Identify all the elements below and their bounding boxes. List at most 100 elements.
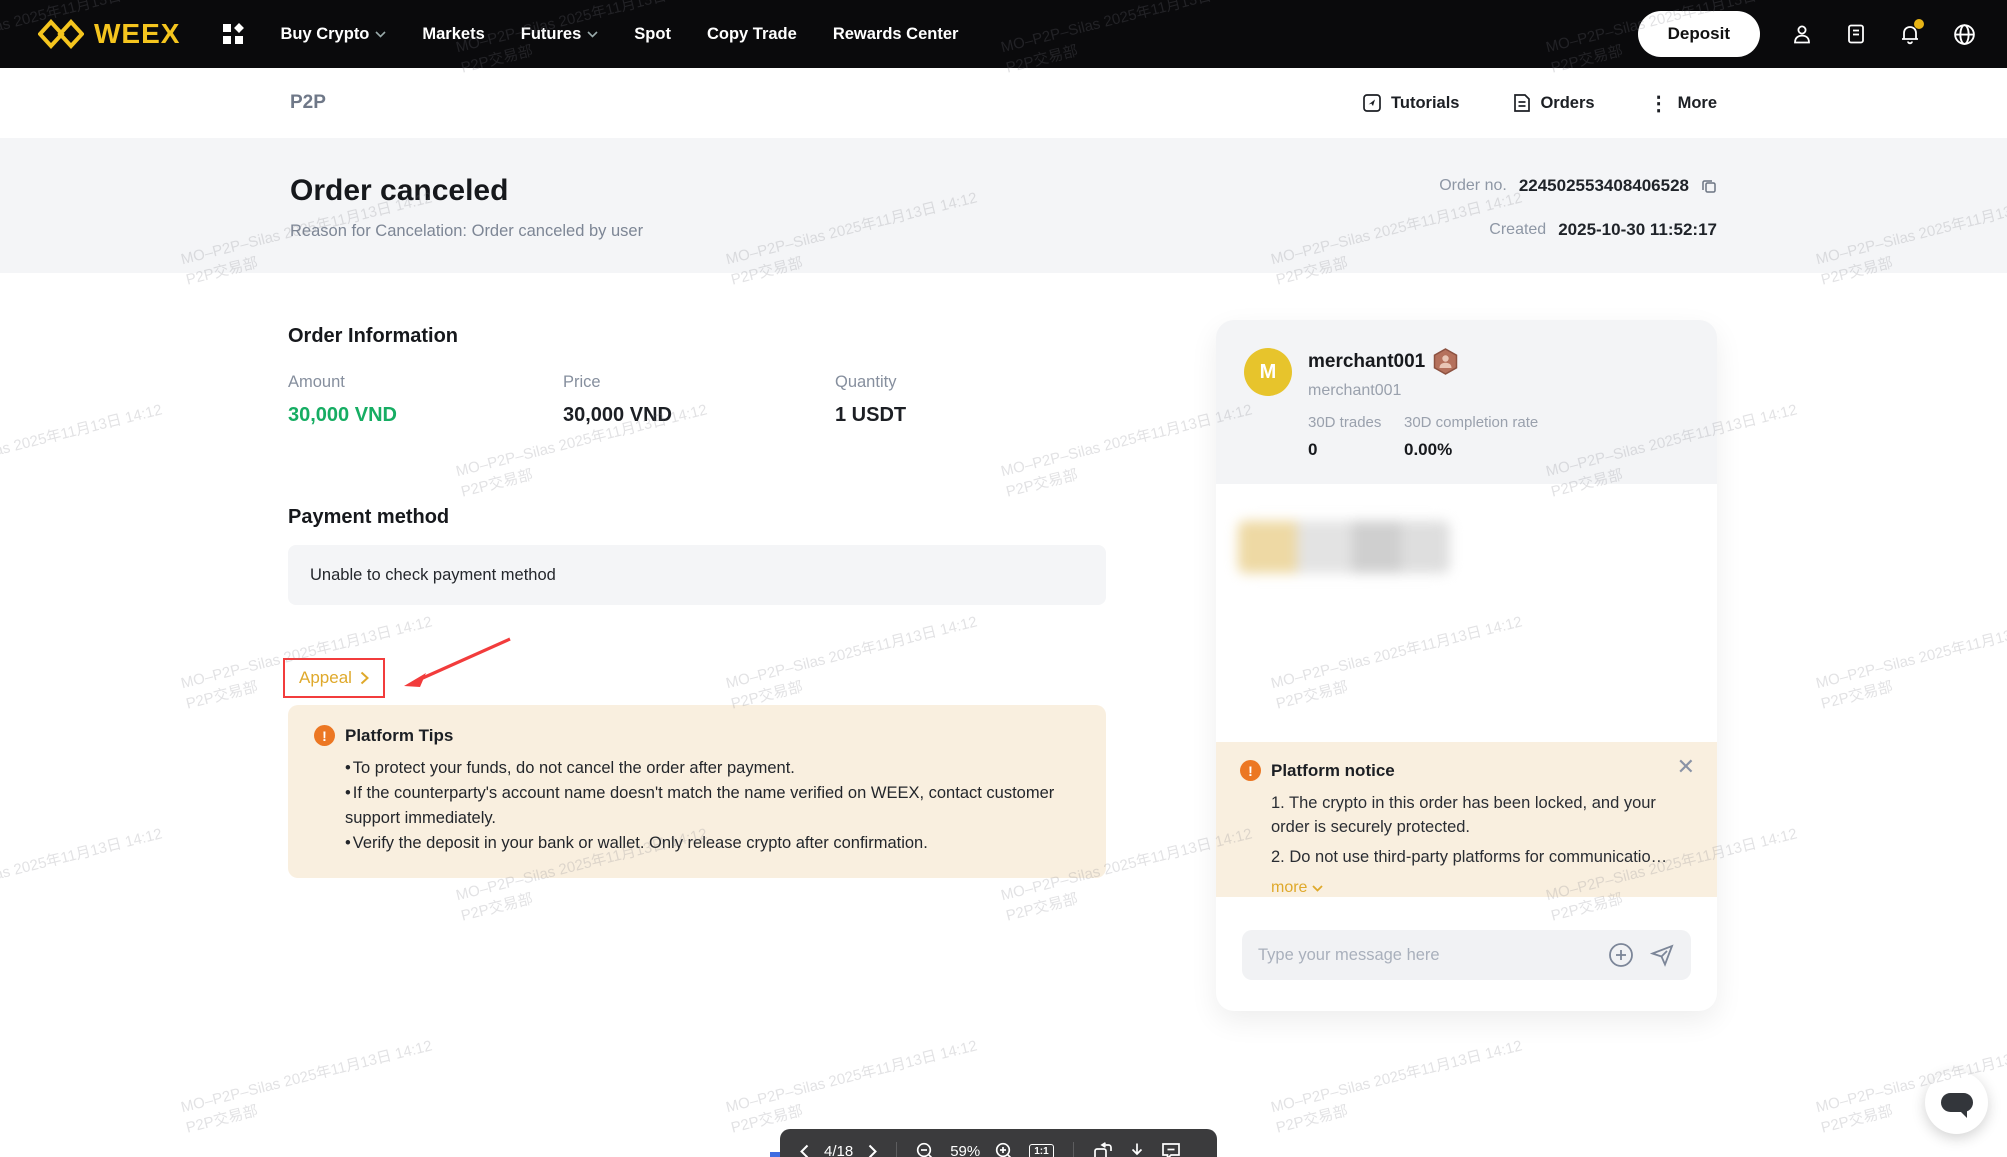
notice-more-link[interactable]: more xyxy=(1271,879,1323,897)
merchant-chat-card: M merchant001 merchant001 xyxy=(1216,320,1717,1011)
warning-icon: ! xyxy=(1240,760,1261,781)
support-chat-fab[interactable] xyxy=(1925,1071,1988,1134)
more-label: more xyxy=(1271,879,1307,897)
copy-order-no-icon[interactable] xyxy=(1701,178,1717,194)
orders-label: Orders xyxy=(1540,94,1594,113)
order-meta-block: Order no. 224502553408406528 Created 202… xyxy=(1439,174,1717,273)
orders-link[interactable]: Orders xyxy=(1513,93,1594,113)
annotation-arrow xyxy=(398,633,518,695)
payment-method-message: Unable to check payment method xyxy=(288,545,1106,605)
merchant-names: merchant001 merchant001 xyxy=(1308,348,1458,400)
price-value: 30,000 VND xyxy=(563,404,835,427)
user-profile-icon[interactable] xyxy=(1790,22,1814,46)
completion-rate-label: 30D completion rate xyxy=(1404,414,1689,431)
merchant-subname: merchant001 xyxy=(1308,382,1458,400)
deposit-button[interactable]: Deposit xyxy=(1638,11,1760,57)
apps-grid-icon[interactable] xyxy=(222,23,244,45)
blurred-chat-message xyxy=(1238,518,1450,576)
download-button[interactable] xyxy=(1128,1142,1146,1157)
tip-item: If the counterparty's account name doesn… xyxy=(345,781,1080,831)
orders-icon xyxy=(1513,93,1531,113)
nav-buy-crypto[interactable]: Buy Crypto xyxy=(280,25,386,44)
order-no-label: Order no. xyxy=(1439,177,1507,195)
merchant-name: merchant001 xyxy=(1308,351,1425,373)
order-number-row: Order no. 224502553408406528 xyxy=(1439,174,1717,198)
created-value: 2025-10-30 11:52:17 xyxy=(1558,220,1717,240)
zoom-in-button[interactable] xyxy=(995,1142,1014,1157)
rotate-button[interactable] xyxy=(1093,1142,1113,1157)
amount-value: 30,000 VND xyxy=(288,404,563,427)
main-content: Order Information Amount 30,000 VND Pric… xyxy=(0,273,2007,1157)
order-fields: Amount 30,000 VND Price 30,000 VND Quant… xyxy=(288,373,1108,427)
cancel-reason: Reason for Cancelation: Order canceled b… xyxy=(290,222,643,241)
platform-notice-title: Platform notice xyxy=(1271,761,1395,781)
merchant-avatar[interactable]: M xyxy=(1244,348,1292,396)
actual-size-button[interactable]: 1:1 xyxy=(1029,1144,1053,1157)
order-no-value: 224502553408406528 xyxy=(1519,176,1689,196)
nav-spot-label: Spot xyxy=(634,25,671,44)
language-globe-icon[interactable] xyxy=(1952,22,1977,47)
tutorials-link[interactable]: Tutorials xyxy=(1362,93,1459,113)
attach-plus-icon[interactable] xyxy=(1608,942,1634,968)
send-message-icon[interactable] xyxy=(1650,943,1675,967)
nav-markets-label: Markets xyxy=(422,25,484,44)
chevron-right-icon xyxy=(360,671,369,685)
vertical-dots-icon: ⋮ xyxy=(1649,91,1669,116)
platform-tips-title: Platform Tips xyxy=(345,726,453,746)
nav-spot[interactable]: Spot xyxy=(634,25,671,44)
zoom-level: 59% xyxy=(950,1143,980,1157)
more-menu[interactable]: ⋮ More xyxy=(1649,91,1717,116)
nav-copy-trade[interactable]: Copy Trade xyxy=(707,25,797,44)
chevron-down-icon xyxy=(1312,885,1323,892)
nav-copy-trade-label: Copy Trade xyxy=(707,25,797,44)
weex-logo[interactable]: WEEX xyxy=(38,18,180,50)
created-row: Created 2025-10-30 11:52:17 xyxy=(1439,218,1717,242)
merchant-top-row: M merchant001 merchant001 xyxy=(1244,348,1689,400)
platform-tips-panel: ! Platform Tips To protect your funds, d… xyxy=(288,705,1106,878)
notifications-bell-icon[interactable] xyxy=(1898,22,1922,46)
nav-futures[interactable]: Futures xyxy=(521,25,599,44)
chat-input-section xyxy=(1216,897,1717,1011)
chevron-down-icon xyxy=(587,31,598,38)
orders-history-icon[interactable] xyxy=(1844,22,1868,46)
merchant-info-section: M merchant001 merchant001 xyxy=(1216,320,1717,484)
nav-markets[interactable]: Markets xyxy=(422,25,484,44)
viewer-toolbar: 4/18 59% 1:1 xyxy=(780,1129,1217,1157)
notification-dot xyxy=(1914,19,1924,29)
tip-item: Verify the deposit in your bank or walle… xyxy=(345,831,1080,856)
next-page-button[interactable] xyxy=(868,1144,877,1157)
tutorials-icon xyxy=(1362,93,1382,113)
tutorials-label: Tutorials xyxy=(1391,94,1459,113)
bronze-badge-icon xyxy=(1433,348,1458,375)
nav-right-cluster: Deposit xyxy=(1638,11,1977,57)
price-field: Price 30,000 VND xyxy=(563,373,835,427)
order-status-title: Order canceled xyxy=(290,174,643,208)
appeal-link[interactable]: Appeal xyxy=(283,658,385,698)
top-navigation: WEEX Buy Crypto Markets Futures xyxy=(0,0,2007,68)
page-indicator: 4/18 xyxy=(824,1143,853,1157)
platform-notice-header: ! Platform notice xyxy=(1240,760,1693,781)
previous-page-button[interactable] xyxy=(800,1144,809,1157)
order-status-strip: Order canceled Reason for Cancelation: O… xyxy=(0,138,2007,273)
order-information-heading: Order Information xyxy=(288,325,458,348)
appeal-label: Appeal xyxy=(299,668,352,688)
created-label: Created xyxy=(1489,221,1546,239)
nav-rewards-center-label: Rewards Center xyxy=(833,25,959,44)
message-input[interactable] xyxy=(1258,946,1608,965)
price-label: Price xyxy=(563,373,835,392)
more-label: More xyxy=(1678,94,1717,113)
platform-notice-panel: ! Platform notice ✕ 1. The crypto in thi… xyxy=(1216,742,1717,897)
chat-message-area xyxy=(1216,484,1717,742)
feedback-comment-button[interactable] xyxy=(1161,1142,1181,1157)
platform-tips-header: ! Platform Tips xyxy=(314,725,1080,746)
page: WEEX Buy Crypto Markets Futures xyxy=(0,0,2007,1157)
subnav-actions: Tutorials Orders ⋮ More xyxy=(1362,91,1717,116)
nav-rewards-center[interactable]: Rewards Center xyxy=(833,25,959,44)
quantity-value: 1 USDT xyxy=(835,404,1108,427)
brand-name: WEEX xyxy=(94,18,180,50)
chat-bubble-icon xyxy=(1941,1093,1973,1112)
merchant-stats: 30D trades 30D completion rate 0 0.00% xyxy=(1308,414,1689,460)
zoom-out-button[interactable] xyxy=(916,1142,935,1157)
weex-logo-icon xyxy=(38,18,84,50)
close-icon[interactable]: ✕ xyxy=(1677,756,1695,778)
